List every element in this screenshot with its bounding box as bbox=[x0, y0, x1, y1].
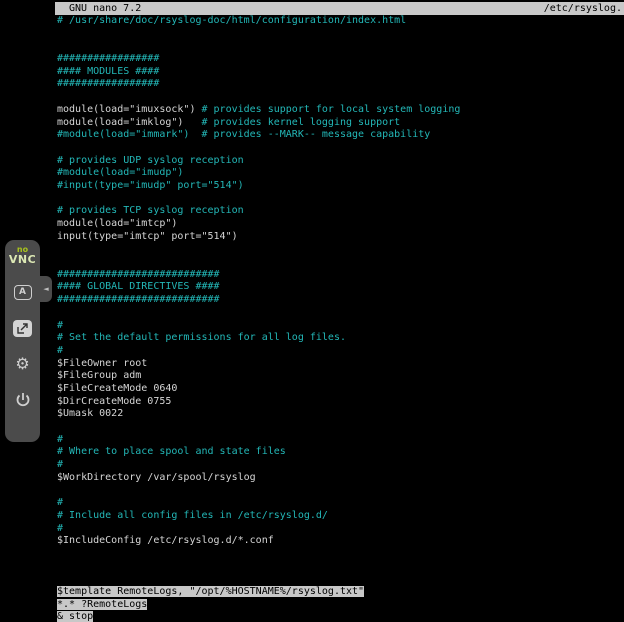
terminal-line: $FileCreateMode 0640 bbox=[57, 383, 624, 396]
terminal-line bbox=[57, 573, 624, 586]
terminal-line: $IncludeConfig /etc/rsyslog.d/*.conf bbox=[57, 535, 624, 548]
terminal-line bbox=[57, 91, 624, 104]
keyboard-a-icon: A bbox=[14, 285, 32, 300]
terminal-line bbox=[57, 307, 624, 320]
terminal-line: $Umask 0022 bbox=[57, 408, 624, 421]
terminal-line: # bbox=[57, 320, 624, 333]
desktop: no VNC A ⚙ ◄ bbox=[0, 0, 624, 622]
novnc-logo: no VNC bbox=[9, 246, 36, 265]
terminal[interactable]: GNU nano 7.2 /etc/rsyslog. # /usr/share/… bbox=[55, 0, 624, 622]
terminal-line bbox=[57, 243, 624, 256]
nano-titlebar: GNU nano 7.2 /etc/rsyslog. bbox=[55, 2, 624, 15]
terminal-line: # Include all config files in /etc/rsysl… bbox=[57, 510, 624, 523]
terminal-line: #module(load="imudp") bbox=[57, 167, 624, 180]
terminal-line: #module(load="immark") # provides --MARK… bbox=[57, 129, 624, 142]
drag-viewport-icon bbox=[13, 320, 32, 337]
terminal-line bbox=[57, 548, 624, 561]
nano-filename: /etc/rsyslog. bbox=[544, 2, 622, 15]
terminal-line: # Set the default permissions for all lo… bbox=[57, 332, 624, 345]
terminal-line: #### MODULES #### bbox=[57, 66, 624, 79]
terminal-line: module(load="imklog") # provides kernel … bbox=[57, 117, 624, 130]
terminal-line bbox=[57, 142, 624, 155]
vnc-control-panel: no VNC A ⚙ bbox=[5, 240, 40, 442]
terminal-line: & stop bbox=[57, 611, 624, 622]
terminal-line bbox=[57, 256, 624, 269]
editor-buffer: # /usr/share/doc/rsyslog-doc/html/config… bbox=[57, 15, 624, 622]
terminal-line: $FileGroup adm bbox=[57, 370, 624, 383]
terminal-line bbox=[57, 40, 624, 53]
terminal-line: #### GLOBAL DIRECTIVES #### bbox=[57, 281, 624, 294]
terminal-line: ########################### bbox=[57, 294, 624, 307]
collapse-arrow-icon: ◄ bbox=[43, 285, 48, 293]
terminal-line: # Where to place spool and state files bbox=[57, 446, 624, 459]
terminal-line bbox=[57, 561, 624, 574]
terminal-line: ########################### bbox=[57, 269, 624, 282]
terminal-line bbox=[57, 28, 624, 41]
terminal-line: *.* ?RemoteLogs bbox=[57, 599, 624, 612]
terminal-line: # bbox=[57, 497, 624, 510]
terminal-line: $template RemoteLogs, "/opt/%HOSTNAME%/r… bbox=[57, 586, 624, 599]
drag-viewport-button[interactable] bbox=[10, 315, 36, 341]
terminal-line bbox=[57, 193, 624, 206]
extra-keys-button[interactable]: A bbox=[10, 279, 36, 305]
terminal-line: module(load="imuxsock") # provides suppo… bbox=[57, 104, 624, 117]
settings-button[interactable]: ⚙ bbox=[10, 351, 36, 377]
terminal-line: $WorkDirectory /var/spool/rsyslog bbox=[57, 472, 624, 485]
terminal-line: # provides TCP syslog reception bbox=[57, 205, 624, 218]
terminal-line: # bbox=[57, 459, 624, 472]
terminal-line bbox=[57, 484, 624, 497]
power-icon bbox=[15, 392, 31, 408]
terminal-line: ################# bbox=[57, 53, 624, 66]
terminal-line: $DirCreateMode 0755 bbox=[57, 396, 624, 409]
terminal-line: # bbox=[57, 434, 624, 447]
terminal-line: # bbox=[57, 345, 624, 358]
terminal-line: module(load="imtcp") bbox=[57, 218, 624, 231]
terminal-line: #input(type="imudp" port="514") bbox=[57, 180, 624, 193]
control-bar-handle[interactable]: ◄ bbox=[40, 276, 52, 302]
terminal-line: ################# bbox=[57, 78, 624, 91]
nano-version: GNU nano 7.2 bbox=[69, 2, 141, 15]
terminal-line bbox=[57, 421, 624, 434]
terminal-line: # bbox=[57, 523, 624, 536]
disconnect-button[interactable] bbox=[10, 387, 36, 413]
terminal-line: # provides UDP syslog reception bbox=[57, 155, 624, 168]
terminal-line: input(type="imtcp" port="514") bbox=[57, 231, 624, 244]
gear-icon: ⚙ bbox=[15, 356, 29, 372]
novnc-logo-vnc: VNC bbox=[9, 254, 36, 265]
terminal-line: $FileOwner root bbox=[57, 358, 624, 371]
terminal-line: # /usr/share/doc/rsyslog-doc/html/config… bbox=[57, 15, 624, 28]
